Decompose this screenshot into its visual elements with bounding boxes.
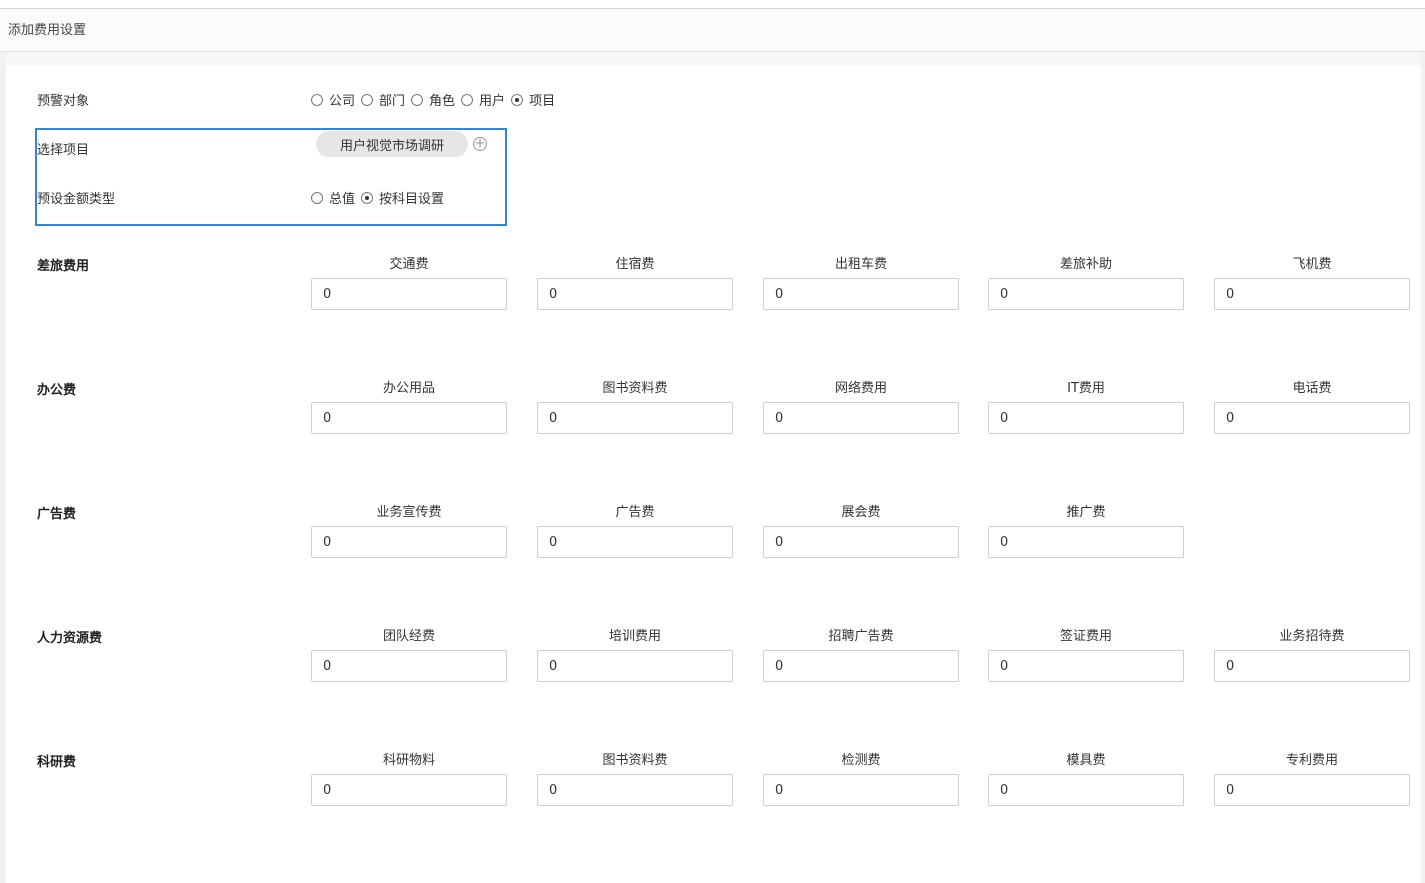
radio-option-company[interactable]: 公司 <box>311 90 355 109</box>
amount-input[interactable] <box>763 526 959 558</box>
field-label: 推广费 <box>1066 505 1106 520</box>
field-label: 出租车费 <box>834 257 887 272</box>
radio-icon[interactable] <box>361 93 374 106</box>
category-title: 科研费 <box>37 755 77 770</box>
amount-input[interactable] <box>988 402 1184 434</box>
select-project-label: 选择项目 <box>37 143 90 158</box>
right-scrollbar-track[interactable] <box>1421 52 1425 883</box>
amount-input[interactable] <box>1214 402 1410 434</box>
plus-circle-icon[interactable]: + <box>473 137 487 151</box>
amount-input[interactable] <box>1214 650 1410 682</box>
content-top-strip <box>6 52 1421 66</box>
field-label: 差旅补助 <box>1059 257 1112 272</box>
field-label: 网络费用 <box>834 381 887 396</box>
field-label: 业务招待费 <box>1279 629 1345 644</box>
field-label: 图书资料费 <box>602 381 668 396</box>
category-title: 广告费 <box>37 507 77 522</box>
field-label: 招聘广告费 <box>828 629 894 644</box>
radio-checked-icon[interactable] <box>361 191 374 204</box>
amount-input[interactable] <box>988 278 1184 310</box>
amount-input[interactable] <box>537 402 733 434</box>
field-label: 图书资料费 <box>602 753 668 768</box>
amount-input[interactable] <box>763 650 959 682</box>
panel-title: 添加费用设置 <box>8 23 87 38</box>
field-label: 交通费 <box>389 257 429 272</box>
radio-option-department[interactable]: 部门 <box>361 90 405 109</box>
amount-input[interactable] <box>311 774 507 806</box>
field-label: 科研物料 <box>382 753 435 768</box>
field-label: 专利费用 <box>1285 753 1338 768</box>
field-label: 模具费 <box>1066 753 1106 768</box>
field-label: 展会费 <box>841 505 881 520</box>
amount-input[interactable] <box>537 278 733 310</box>
radio-icon[interactable] <box>311 191 323 204</box>
amount-input[interactable] <box>1214 278 1410 310</box>
radio-option-user[interactable]: 用户 <box>461 90 505 109</box>
field-label: 住宿费 <box>615 257 655 272</box>
project-tag[interactable]: 用户视觉市场调研 <box>316 131 468 157</box>
field-label: 团队经费 <box>382 629 435 644</box>
panel-header: 添加费用设置 <box>0 9 1425 52</box>
amount-input[interactable] <box>537 774 733 806</box>
field-label: IT费用 <box>1067 381 1105 396</box>
field-label: 广告费 <box>615 505 655 520</box>
radio-option-total[interactable]: 总值 <box>311 188 355 207</box>
radio-icon[interactable] <box>461 93 474 106</box>
amount-input[interactable] <box>311 650 507 682</box>
field-label: 业务宣传费 <box>376 505 442 520</box>
amount-input[interactable] <box>537 526 733 558</box>
amount-input[interactable] <box>988 526 1184 558</box>
field-label: 飞机费 <box>1292 257 1332 272</box>
field-label: 电话费 <box>1292 381 1332 396</box>
amount-input[interactable] <box>311 402 507 434</box>
radio-checked-icon[interactable] <box>511 93 524 106</box>
field-label: 办公用品 <box>382 381 435 396</box>
category-title: 人力资源费 <box>37 631 103 646</box>
radio-icon[interactable] <box>411 93 424 106</box>
field-label: 培训费用 <box>608 629 661 644</box>
amount-input[interactable] <box>1214 774 1410 806</box>
category-title: 差旅费用 <box>37 259 90 274</box>
amount-input[interactable] <box>311 526 507 558</box>
radio-option-role[interactable]: 角色 <box>411 90 455 109</box>
field-label: 检测费 <box>841 753 881 768</box>
left-gutter <box>0 52 6 883</box>
radio-option-project[interactable]: 项目 <box>511 90 555 109</box>
amount-type-label: 预设金额类型 <box>37 192 116 207</box>
amount-input[interactable] <box>537 650 733 682</box>
amount-input[interactable] <box>311 278 507 310</box>
radio-option-by-subject[interactable]: 按科目设置 <box>361 188 444 207</box>
amount-input[interactable] <box>763 774 959 806</box>
amount-type-radio-group: 总值 按科目设置 <box>311 188 450 207</box>
category-title: 办公费 <box>37 383 77 398</box>
warning-target-radio-group: 公司 部门 角色 用户 项目 <box>311 90 561 109</box>
warning-target-label: 预警对象 <box>37 94 90 109</box>
amount-input[interactable] <box>763 402 959 434</box>
amount-input[interactable] <box>763 278 959 310</box>
amount-input[interactable] <box>988 650 1184 682</box>
field-label: 签证费用 <box>1059 629 1112 644</box>
amount-input[interactable] <box>988 774 1184 806</box>
radio-icon[interactable] <box>311 93 323 106</box>
